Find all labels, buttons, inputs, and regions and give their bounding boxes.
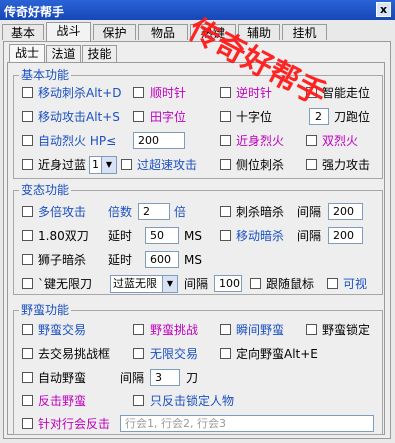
lion-delay-input[interactable]: 600	[145, 251, 179, 268]
infinite-mode-select[interactable]: 过蓝无限 ▼	[110, 275, 178, 293]
move-assassinate-checkbox[interactable]	[220, 230, 231, 241]
window-title: 传奇好帮手	[4, 5, 65, 19]
side-stab-checkbox[interactable]	[220, 159, 231, 170]
counter-locked-label: 只反击锁定人物	[150, 394, 235, 408]
transform-group-title: 变态功能	[19, 183, 72, 197]
lion-assassinate-label: 狮子暗杀	[38, 253, 87, 267]
close-mana-checkbox[interactable]	[22, 159, 33, 170]
follow-mouse-label: 跟随鼠标	[266, 277, 315, 291]
counter-savage-label: 反击野蛮	[38, 394, 87, 408]
auto-fire-checkbox[interactable]	[22, 135, 33, 146]
savage-lock-checkbox[interactable]	[306, 324, 317, 335]
instant-savage-checkbox[interactable]	[220, 324, 231, 335]
follow-mouse-checkbox[interactable]	[250, 278, 261, 289]
auto-fire-label: 自动烈火 HP≤	[38, 134, 117, 148]
multi-attack-checkbox[interactable]	[22, 206, 33, 217]
stab-assassinate-checkbox[interactable]	[220, 206, 231, 217]
counter-savage-checkbox[interactable]	[22, 395, 33, 406]
multiplier-label: 倍数	[108, 205, 133, 219]
auto-fire-hp-input[interactable]: 200	[133, 132, 185, 149]
lion-delay-unit: MS	[184, 253, 202, 267]
close-mana-select-value: 1	[92, 158, 99, 171]
move-interval-input[interactable]: 200	[328, 227, 363, 244]
guild-counter-label: 针对行会反击	[38, 417, 111, 431]
infinite-blade-checkbox[interactable]	[22, 278, 33, 289]
multiplier-unit: 倍	[174, 205, 187, 219]
move-attack-label: 移动攻击Alt+S	[38, 110, 120, 124]
basic-group-title: 基本功能	[19, 68, 72, 82]
instant-savage-label: 瞬间野蛮	[236, 323, 285, 337]
auto-savage-interval-input[interactable]: 3	[150, 369, 180, 386]
transform-group: 变态功能 多倍攻击 倍数 2 倍 刺杀暗杀 间隔 200 1.80双刀 延时 5…	[13, 183, 383, 295]
tab-afk[interactable]: 挂机	[282, 24, 327, 40]
visible-checkbox[interactable]	[327, 278, 338, 289]
stab-interval-input[interactable]: 200	[328, 203, 363, 220]
infinite-trade-checkbox[interactable]	[133, 348, 144, 359]
speed-attack-checkbox[interactable]	[121, 159, 132, 170]
move-interval-label: 间隔	[297, 229, 322, 243]
stab-interval-label: 间隔	[297, 205, 322, 219]
subtab-skills[interactable]: 技能	[82, 45, 117, 62]
directed-savage-checkbox[interactable]	[220, 348, 231, 359]
subtab-mage-taoist[interactable]: 法道	[46, 45, 81, 62]
savage-lock-label: 野蛮锁定	[322, 323, 371, 337]
multi-attack-label: 多倍攻击	[38, 205, 87, 219]
close-mana-label: 近身过蓝	[38, 158, 87, 172]
savage-trade-checkbox[interactable]	[22, 324, 33, 335]
dual-blade-delay-input[interactable]: 50	[145, 227, 179, 244]
multiplier-input[interactable]: 2	[138, 203, 170, 220]
infinite-interval-label: 间隔	[184, 277, 209, 291]
guild-counter-checkbox[interactable]	[22, 418, 33, 429]
chevron-down-icon[interactable]: ▼	[162, 276, 177, 292]
remove-trade-frame-label: 去交易挑战框	[38, 347, 111, 361]
infinite-blade-label: `键无限刀	[38, 277, 93, 291]
tab-items[interactable]: 物品	[138, 24, 188, 40]
dual-blade-checkbox[interactable]	[22, 230, 33, 241]
auto-savage-interval-label: 间隔	[120, 371, 145, 385]
remove-trade-frame-checkbox[interactable]	[22, 348, 33, 359]
move-stab-checkbox[interactable]	[22, 87, 33, 98]
close-button[interactable]: x	[376, 2, 391, 17]
auto-savage-checkbox[interactable]	[22, 372, 33, 383]
directed-savage-label: 定向野蛮Alt+E	[236, 347, 318, 361]
dual-blade-label: 1.80双刀	[38, 229, 89, 243]
dual-blade-delay-label: 延时	[108, 229, 133, 243]
dual-blade-delay-unit: MS	[184, 229, 202, 243]
infinite-mode-select-value: 过蓝无限	[113, 277, 157, 290]
savage-trade-label: 野蛮交易	[38, 323, 87, 337]
savage-group: 野蛮功能 野蛮交易 野蛮挑战 瞬间野蛮 野蛮锁定 去交易挑战框 无限交易 定向野…	[13, 303, 383, 435]
savage-challenge-label: 野蛮挑战	[150, 323, 199, 337]
tab-basic[interactable]: 基本	[2, 24, 44, 40]
move-stab-label: 移动刺杀Alt+D	[38, 86, 122, 100]
move-assassinate-label: 移动暗杀	[236, 229, 285, 243]
subtab-warrior[interactable]: 战士	[9, 44, 45, 63]
infinite-trade-label: 无限交易	[150, 347, 199, 361]
stab-assassinate-label: 刺杀暗杀	[236, 205, 285, 219]
visible-label: 可视	[343, 277, 368, 291]
tab-combat[interactable]: 战斗	[46, 22, 91, 41]
tian-position-checkbox[interactable]	[133, 111, 144, 122]
speed-attack-label: 过超速攻击	[137, 158, 198, 172]
counter-locked-checkbox[interactable]	[133, 395, 144, 406]
tab-protect[interactable]: 保护	[93, 24, 136, 40]
infinite-interval-input[interactable]: 100	[214, 275, 242, 292]
savage-group-title: 野蛮功能	[19, 303, 72, 317]
chevron-down-icon[interactable]: ▼	[101, 157, 116, 173]
lion-assassinate-checkbox[interactable]	[22, 254, 33, 265]
lion-delay-label: 延时	[108, 253, 133, 267]
close-mana-select[interactable]: 1 ▼	[89, 156, 117, 174]
guild-list-input[interactable]: 行会1, 行会2, 行会3	[120, 415, 374, 432]
move-attack-checkbox[interactable]	[22, 111, 33, 122]
auto-savage-unit: 刀	[186, 371, 199, 385]
clockwise-checkbox[interactable]	[133, 87, 144, 98]
savage-challenge-checkbox[interactable]	[133, 324, 144, 335]
auto-savage-label: 自动野蛮	[38, 371, 87, 385]
